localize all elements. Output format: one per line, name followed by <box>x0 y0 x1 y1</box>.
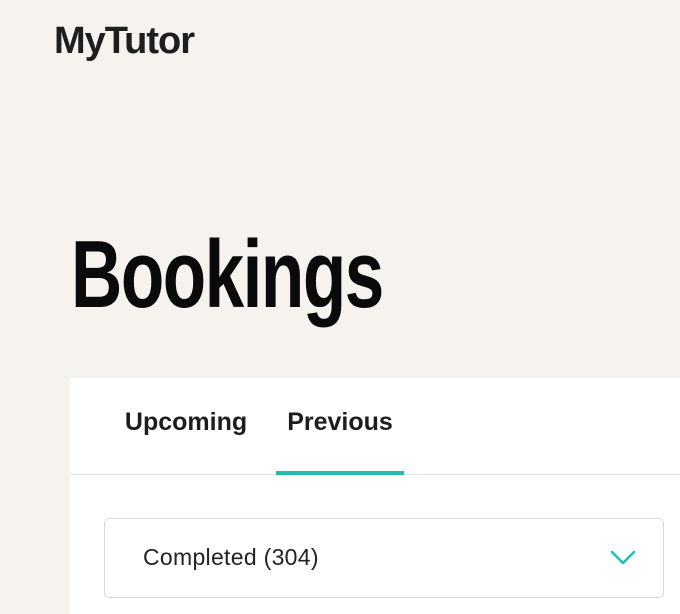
tab-previous-label: Previous <box>287 408 393 436</box>
bookings-tabs: Upcoming Previous <box>70 378 680 475</box>
mytutor-logo[interactable]: MyTutor <box>54 16 195 66</box>
tab-upcoming-label: Upcoming <box>124 408 248 436</box>
active-tab-indicator <box>276 471 404 475</box>
tab-upcoming[interactable]: Upcoming <box>120 408 252 474</box>
chevron-down-icon <box>610 550 636 565</box>
page-title: Bookings <box>71 221 384 328</box>
bookings-card: Upcoming Previous Completed (304) <box>70 378 680 614</box>
tab-previous[interactable]: Previous <box>276 408 404 475</box>
booking-status-dropdown[interactable]: Completed (304) <box>104 518 664 598</box>
booking-status-selected-value: Completed (304) <box>143 544 319 570</box>
